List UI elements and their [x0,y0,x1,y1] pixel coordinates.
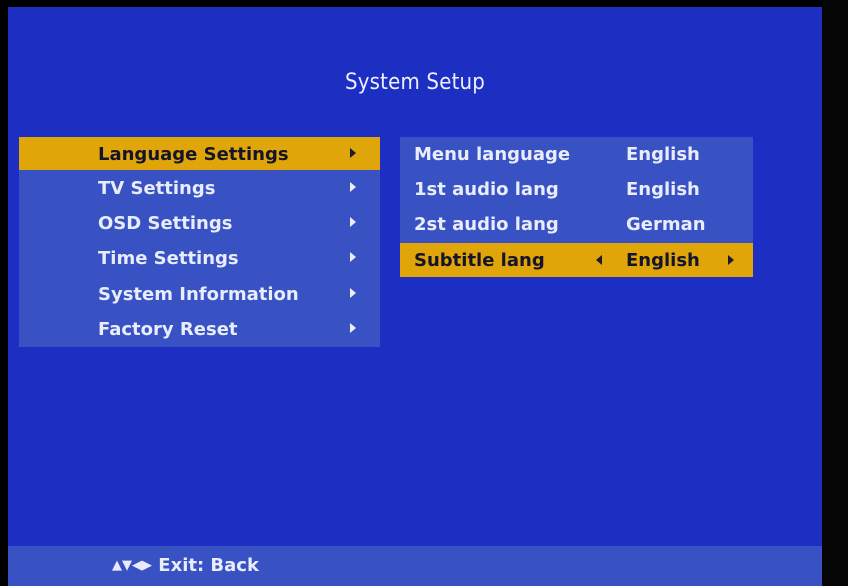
language-settings-panel: Menu language English 1st audio lang Eng… [400,137,753,277]
setting-row-menu-language[interactable]: Menu language English [400,137,753,171]
menu-item-factory-reset[interactable]: Factory Reset [19,312,380,345]
menu-item-label: Time Settings [98,248,239,269]
menu-item-system-information[interactable]: System Information [19,277,380,310]
chevron-left-icon[interactable] [596,255,602,265]
menu-item-osd-settings[interactable]: OSD Settings [19,206,380,239]
setting-value: English [626,250,700,271]
menu-item-label: TV Settings [98,178,216,199]
setting-value: English [626,179,700,200]
menu-item-label: Language Settings [98,144,289,165]
screen-edge [822,0,848,586]
navigation-arrows-icon: ▲▼◀▶ [112,558,152,573]
chevron-right-icon [350,148,356,158]
menu-item-time-settings[interactable]: Time Settings [19,241,380,274]
settings-category-menu: Language Settings TV Settings OSD Settin… [19,137,380,347]
setting-value: English [626,144,700,165]
chevron-right-icon [350,252,356,262]
help-text: ▲▼◀▶ Exit: Back [112,555,259,576]
chevron-right-icon[interactable] [728,255,734,265]
chevron-right-icon [350,323,356,333]
menu-item-language-settings[interactable]: Language Settings [19,137,380,170]
menu-item-label: OSD Settings [98,213,233,234]
setup-panel: System Setup Language Settings TV Settin… [8,7,822,586]
setting-label: Subtitle lang [414,250,545,271]
setting-label: 1st audio lang [414,179,559,200]
tv-screen: System Setup Language Settings TV Settin… [0,0,848,586]
setting-row-subtitle-lang[interactable]: Subtitle lang English [400,243,753,277]
chevron-right-icon [350,182,356,192]
menu-item-label: Factory Reset [98,319,238,340]
setting-label: Menu language [414,144,571,165]
exit-hint: Exit: Back [158,555,259,576]
page-title: System Setup [344,70,486,95]
chevron-right-icon [350,288,356,298]
menu-item-label: System Information [98,284,299,305]
setting-row-2st-audio-lang[interactable]: 2st audio lang German [400,207,753,241]
help-bar: ▲▼◀▶ Exit: Back [8,546,822,586]
menu-item-tv-settings[interactable]: TV Settings [19,171,380,204]
setting-label: 2st audio lang [414,214,559,235]
chevron-right-icon [350,217,356,227]
setting-value: German [626,214,706,235]
setting-row-1st-audio-lang[interactable]: 1st audio lang English [400,172,753,206]
